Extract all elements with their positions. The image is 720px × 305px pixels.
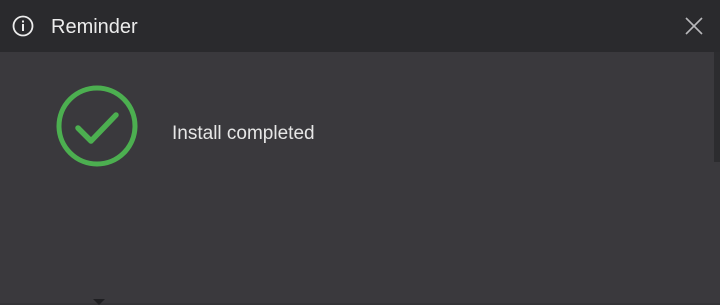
- reminder-dialog: Reminder Install completed: [0, 0, 720, 305]
- check-circle-icon: [56, 85, 138, 167]
- chevron-down-icon: [93, 299, 105, 305]
- dialog-titlebar: Reminder: [0, 0, 720, 52]
- info-icon: [12, 15, 34, 37]
- close-icon[interactable]: [682, 14, 706, 38]
- scrollbar[interactable]: [714, 52, 720, 162]
- dialog-body: Install completed: [0, 52, 720, 305]
- dialog-title: Reminder: [51, 16, 138, 38]
- status-message: Install completed: [172, 123, 315, 144]
